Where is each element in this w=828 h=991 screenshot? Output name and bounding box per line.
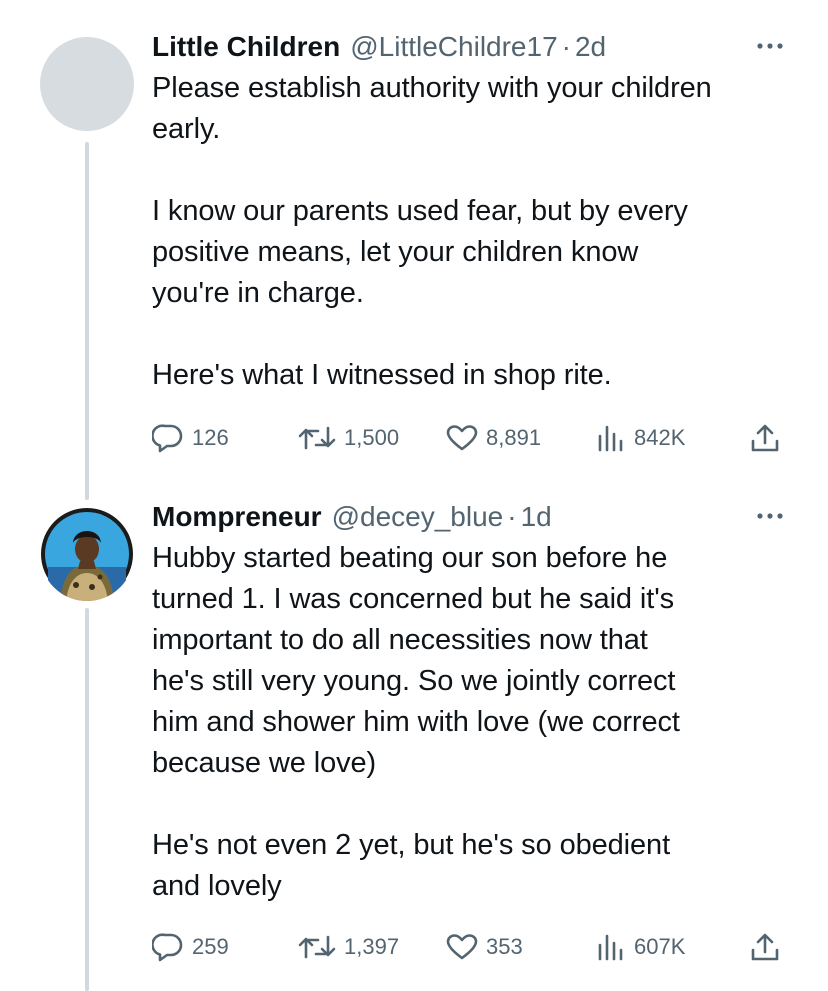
tweet-text: Please establish authority with your chi… (152, 72, 712, 391)
views-icon (596, 424, 626, 452)
reply-button[interactable]: 126 (152, 423, 229, 453)
author-handle[interactable]: @LittleChildre17 (350, 30, 557, 64)
repost-button[interactable]: 1,397 (298, 933, 399, 961)
author-name[interactable]: Little Children (152, 30, 340, 64)
separator: · (561, 31, 571, 62)
tweet[interactable]: Little Children @LittleChildre17 · 2d Pl… (0, 0, 828, 490)
reply-count: 259 (192, 934, 229, 959)
views-button[interactable]: 607K (596, 933, 685, 961)
author-handle[interactable]: @decey_blue (332, 500, 504, 534)
tweet[interactable]: Mompreneur @decey_blue · 1d Hubby starte… (0, 500, 828, 991)
views-icon (596, 933, 626, 961)
repost-icon (298, 424, 336, 452)
views-button[interactable]: 842K (596, 424, 685, 452)
tweet-text: Hubby started beating our son before he … (152, 542, 680, 902)
like-count: 8,891 (486, 425, 542, 450)
like-icon (446, 933, 478, 961)
tweet-age[interactable]: 2d (575, 30, 606, 64)
tweet-header: Mompreneur @decey_blue · 1d (152, 500, 788, 534)
action-bar: 259 1,397 353 607K (152, 927, 788, 967)
thread-page: Little Children @LittleChildre17 · 2d Pl… (0, 0, 828, 991)
action-bar: 126 1,500 8,891 842K (152, 418, 788, 458)
more-icon[interactable] (754, 34, 786, 58)
like-count: 353 (486, 934, 523, 959)
tweet-header: Little Children @LittleChildre17 · 2d (152, 30, 788, 64)
avatar[interactable] (40, 507, 134, 601)
like-icon (446, 424, 478, 452)
tweet-age[interactable]: 1d (521, 500, 552, 534)
share-button[interactable] (750, 423, 780, 453)
reply-icon (152, 423, 184, 453)
share-button[interactable] (750, 932, 780, 962)
views-count: 607K (634, 934, 686, 959)
views-count: 842K (634, 425, 686, 450)
like-button[interactable]: 353 (446, 933, 523, 961)
repost-icon (298, 933, 336, 961)
repost-count: 1,500 (344, 425, 400, 450)
author-name[interactable]: Mompreneur (152, 500, 322, 534)
more-icon[interactable] (754, 504, 786, 528)
reply-button[interactable]: 259 (152, 932, 229, 962)
separator: · (507, 501, 517, 532)
repost-button[interactable]: 1,500 (298, 424, 399, 452)
avatar[interactable] (40, 37, 134, 131)
reply-icon (152, 932, 184, 962)
reply-count: 126 (192, 425, 229, 450)
share-icon (750, 932, 780, 962)
repost-count: 1,397 (344, 934, 400, 959)
like-button[interactable]: 8,891 (446, 424, 541, 452)
share-icon (750, 423, 780, 453)
